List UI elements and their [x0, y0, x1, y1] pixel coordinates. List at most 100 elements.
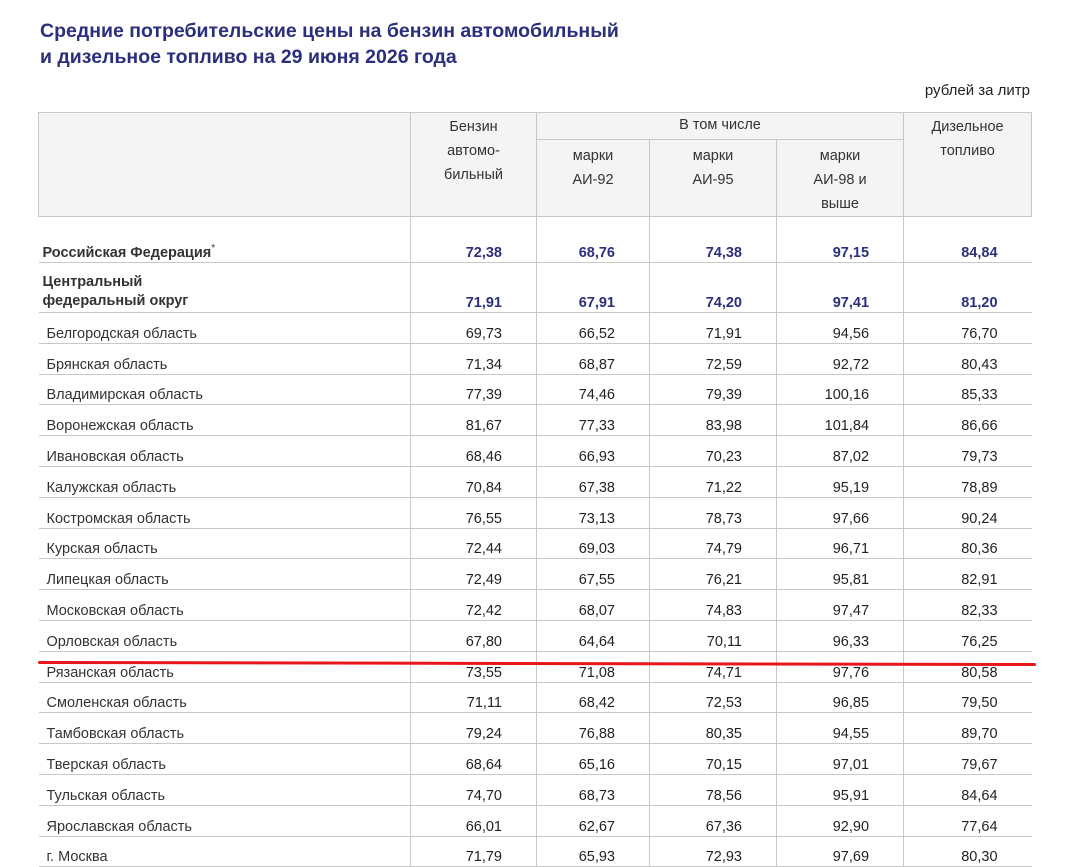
value-ai98: 95,19	[775, 465, 904, 498]
table-row: Московская область 72,42 68,07 74,83 97,47 82…	[38, 589, 1032, 621]
value-ai98: 92,72	[775, 342, 904, 375]
region-name: г. Москва	[38, 835, 411, 867]
table-row: г. Москва 71,79 65,93 72,93 97,69 80,30	[38, 835, 1032, 867]
value-diesel: 76,70	[903, 312, 1032, 344]
value-ai98: 95,91	[775, 773, 904, 806]
value-ai98: 97,69	[775, 835, 904, 867]
value-ai98: 96,85	[775, 681, 904, 714]
value-ai92: 67,55	[536, 558, 650, 591]
value-gasoline: 73,55	[410, 650, 537, 683]
value-gasoline: 81,67	[410, 404, 537, 437]
value-gasoline: 77,39	[410, 373, 537, 406]
value-diesel: 79,50	[903, 681, 1032, 714]
header-ai98: марки АИ-98 и выше	[775, 139, 905, 217]
value-ai95: 74,20	[649, 262, 777, 313]
region-name: Российская Федерация*	[38, 216, 411, 263]
title-line-1: Средние потребительские цены на бензин а…	[40, 20, 619, 42]
table-row: Рязанская область 73,55 71,08 74,71 97,76 80,…	[38, 650, 1032, 683]
value-ai98: 95,81	[775, 558, 904, 591]
value-gasoline: 72,49	[410, 558, 537, 591]
value-ai92: 68,76	[536, 216, 650, 263]
units-label: рублей за литр	[924, 82, 1030, 99]
value-diesel: 85,33	[903, 373, 1032, 406]
value-ai92: 69,03	[536, 527, 650, 560]
value-ai95: 72,59	[649, 342, 777, 375]
value-gasoline: 68,64	[410, 743, 537, 775]
value-diesel: 80,58	[903, 650, 1032, 683]
value-ai95: 76,21	[649, 558, 777, 591]
region-name: Центральный федеральный округ	[38, 262, 411, 313]
value-ai95: 72,53	[649, 681, 777, 714]
value-ai98: 94,56	[775, 312, 904, 344]
header-ai98-label: марки АИ-98 и выше	[813, 148, 867, 212]
title-line-2: и дизельное топливо на 29 июня 2026 года	[40, 46, 457, 68]
header-diesel-label: Дизельное топливо	[931, 119, 1004, 159]
value-ai92: 64,64	[536, 619, 650, 652]
table-row: Брянская область 71,34 68,87 72,59 92,72 80,4…	[38, 342, 1032, 375]
value-ai92: 65,16	[536, 743, 650, 775]
header-ai92-label: марки АИ-92	[572, 148, 614, 188]
value-ai95: 74,79	[649, 527, 777, 560]
table-row: Ивановская область 68,46 66,93 70,23 87,02 79…	[38, 435, 1032, 467]
value-diesel: 86,66	[903, 404, 1032, 437]
table-row: Калужская область 70,84 67,38 71,22 95,19 78,…	[38, 465, 1032, 498]
value-gasoline: 68,46	[410, 435, 537, 467]
value-ai92: 68,07	[536, 589, 650, 621]
value-ai98: 96,33	[775, 619, 904, 652]
value-ai98: 97,15	[775, 216, 904, 263]
header-region	[38, 112, 411, 217]
header-including: В том числе	[535, 112, 905, 140]
value-gasoline: 72,38	[410, 216, 537, 263]
table-row: Владимирская область 77,39 74,46 79,39 100,1…	[38, 373, 1032, 406]
value-diesel: 78,89	[903, 465, 1032, 498]
region-name: Костромская область	[38, 496, 411, 529]
value-ai92: 67,38	[536, 465, 650, 498]
value-diesel: 84,84	[903, 216, 1032, 263]
region-name: Воронежская область	[38, 404, 411, 437]
footnote-mark: *	[211, 243, 216, 255]
value-ai95: 80,35	[649, 712, 777, 745]
value-gasoline: 70,84	[410, 465, 537, 498]
value-diesel: 76,25	[903, 619, 1032, 652]
value-diesel: 80,30	[903, 835, 1032, 867]
region-name: Курская область	[38, 527, 411, 560]
value-ai92: 67,91	[536, 262, 650, 313]
value-diesel: 80,36	[903, 527, 1032, 560]
value-ai95: 71,22	[649, 465, 777, 498]
value-ai95: 70,23	[649, 435, 777, 467]
value-gasoline: 71,11	[410, 681, 537, 714]
value-ai98: 97,76	[775, 650, 904, 683]
value-gasoline: 76,55	[410, 496, 537, 529]
table-row: Липецкая область 72,49 67,55 76,21 95,81 82,9…	[38, 558, 1032, 591]
value-ai92: 68,73	[536, 773, 650, 806]
value-ai95: 70,15	[649, 743, 777, 775]
value-ai98: 97,47	[775, 589, 904, 621]
value-ai92: 76,88	[536, 712, 650, 745]
header-ai92: марки АИ-92	[536, 139, 650, 217]
table-row: Смоленская область 71,11 68,42 72,53 96,85 79…	[38, 681, 1032, 714]
value-diesel: 81,20	[903, 262, 1032, 313]
region-name: Брянская область	[38, 342, 411, 375]
value-ai92: 71,08	[536, 650, 650, 683]
value-ai95: 70,11	[649, 619, 777, 652]
value-ai98: 101,84	[775, 404, 904, 437]
value-ai98: 97,66	[775, 496, 904, 529]
value-ai95: 78,73	[649, 496, 777, 529]
value-gasoline: 66,01	[410, 804, 537, 837]
value-diesel: 90,24	[903, 496, 1032, 529]
value-gasoline: 67,80	[410, 619, 537, 652]
value-gasoline: 71,79	[410, 835, 537, 867]
value-ai92: 65,93	[536, 835, 650, 867]
header-gasoline-label: Бензин автомо-бильный	[444, 119, 503, 183]
region-name: Орловская область	[38, 619, 411, 652]
value-ai92: 66,52	[536, 312, 650, 344]
value-ai95: 83,98	[649, 404, 777, 437]
value-ai98: 97,41	[775, 262, 904, 313]
value-ai98: 96,71	[775, 527, 904, 560]
table-row: Курская область 72,44 69,03 74,79 96,71 80,36	[38, 527, 1032, 560]
value-ai98: 92,90	[775, 804, 904, 837]
value-gasoline: 72,42	[410, 589, 537, 621]
region-name: Тульская область	[38, 773, 411, 806]
region-name: Рязанская область	[38, 650, 411, 683]
value-ai92: 68,42	[536, 681, 650, 714]
